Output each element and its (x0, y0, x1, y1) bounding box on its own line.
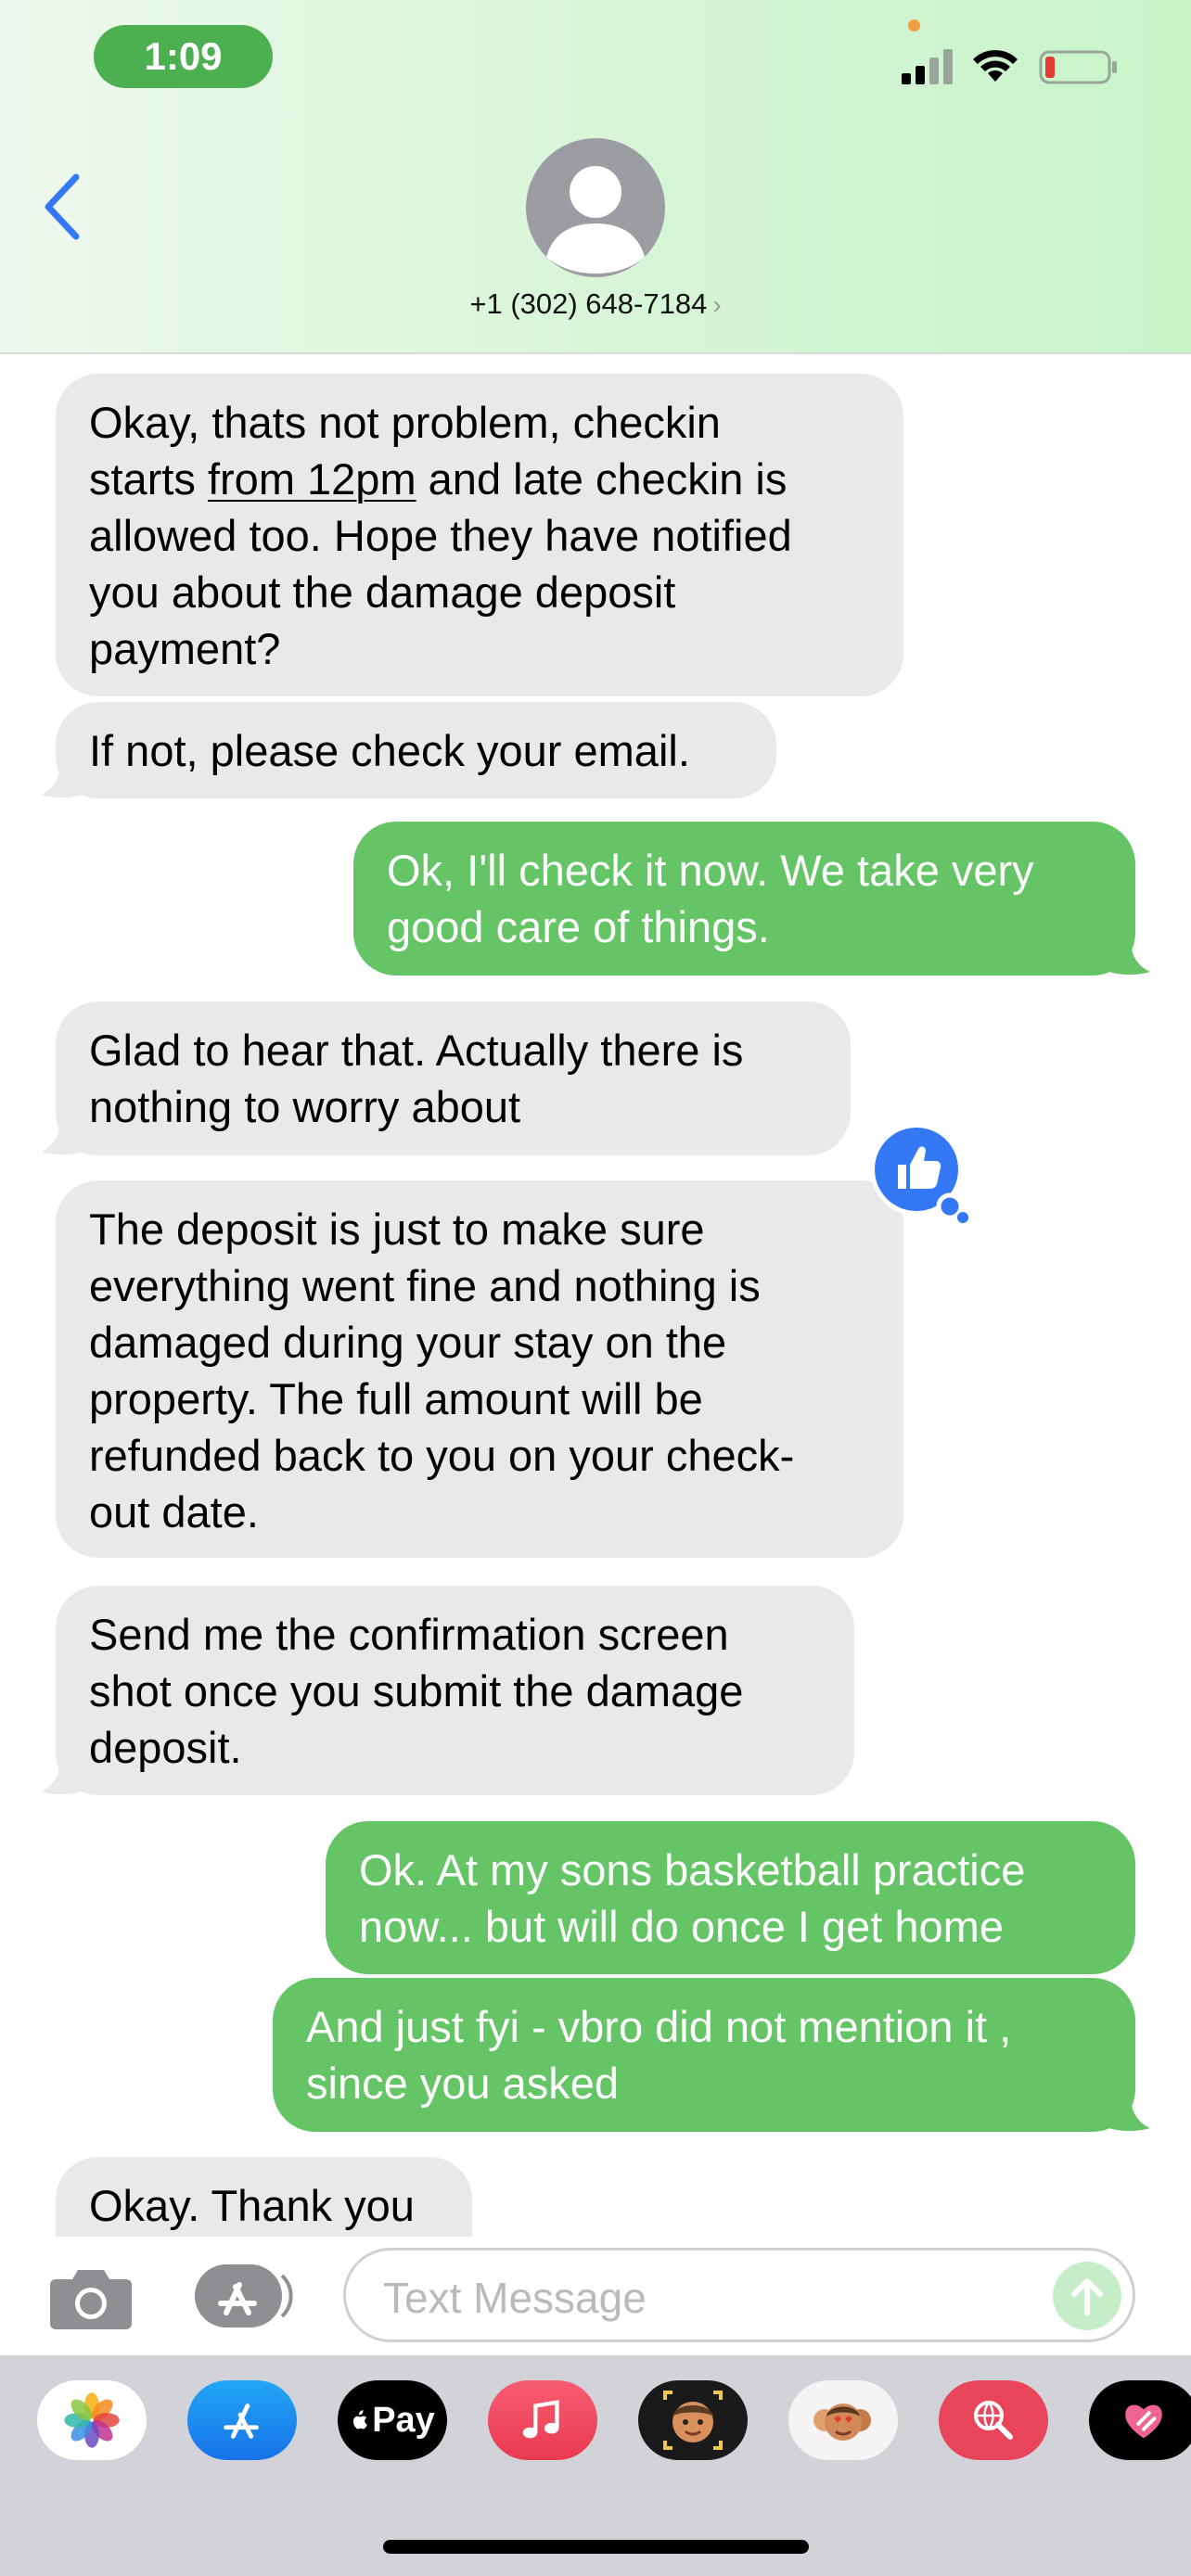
memoji-camera-icon (663, 2391, 723, 2450)
app-store-icon (224, 2404, 259, 2439)
home-indicator[interactable] (383, 2540, 809, 2554)
app-store-toggle-icon[interactable] (193, 2263, 297, 2329)
bubble-tail (41, 1760, 82, 1794)
message-incoming[interactable]: Send me the confirmation screen shot onc… (56, 1586, 854, 1795)
bubble-tail (41, 763, 82, 797)
message-placeholder: Text Message (383, 2274, 647, 2322)
conversation-header: 1:09 +1 (302) 648-7184 › (0, 0, 1191, 354)
photos-icon (64, 2392, 120, 2448)
web-search-app-button[interactable] (939, 2380, 1048, 2460)
music-app-button[interactable] (488, 2380, 597, 2460)
bubble-tail (1109, 2097, 1150, 2131)
privacy-indicator-dot (908, 19, 920, 32)
cellular-signal-icon (902, 49, 953, 84)
back-chevron-icon[interactable] (41, 172, 83, 242)
arrow-up-icon (1071, 2278, 1103, 2315)
apple-pay-label: Pay (372, 2400, 435, 2440)
contact-name[interactable]: +1 (302) 648-7184 › (0, 287, 1191, 321)
message-incoming[interactable]: Okay, thats not problem, checkin starts … (56, 374, 903, 696)
music-icon (522, 2400, 559, 2439)
bubble-tail (41, 1120, 82, 1154)
apple-pay-app-button[interactable]: Pay (338, 2380, 447, 2460)
wifi-icon (973, 50, 1018, 82)
message-input[interactable]: Text Message (343, 2248, 1135, 2342)
memoji-camera-app-button[interactable] (638, 2380, 748, 2460)
message-outgoing[interactable]: Ok, I'll check it now. We take very good… (353, 822, 1135, 976)
message-incoming[interactable]: The deposit is just to make sure everyth… (56, 1180, 903, 1558)
photos-app-button[interactable] (37, 2380, 147, 2460)
web-search-icon (974, 2401, 1013, 2440)
status-time: 1:09 (94, 25, 273, 88)
contact-chevron-icon: › (712, 290, 722, 319)
thumbs-up-reaction-icon[interactable] (868, 1121, 968, 1223)
app-store-app-button[interactable] (187, 2380, 297, 2460)
memoji-stickers-app-button[interactable] (788, 2380, 898, 2460)
message-outgoing[interactable]: And just fyi - vbro did not mention it ,… (273, 1978, 1135, 2132)
digital-touch-app-button[interactable] (1089, 2380, 1191, 2460)
time-data-detector[interactable]: from 12pm (208, 454, 416, 504)
message-incoming[interactable]: Glad to hear that. Actually there is not… (56, 1001, 851, 1155)
apple-pay-icon (353, 2410, 368, 2429)
contact-avatar[interactable] (526, 138, 665, 277)
bubble-tail (1109, 940, 1150, 975)
message-incoming[interactable]: If not, please check your email. (56, 702, 776, 798)
battery-icon (1039, 50, 1117, 84)
memoji-stickers-icon (813, 2404, 871, 2441)
person-silhouette-icon (546, 166, 645, 274)
message-outgoing[interactable]: Ok. At my sons basketball practice now..… (326, 1821, 1135, 1974)
camera-icon[interactable] (48, 2263, 134, 2331)
digital-touch-icon (1125, 2404, 1162, 2439)
send-button[interactable] (1053, 2262, 1121, 2330)
